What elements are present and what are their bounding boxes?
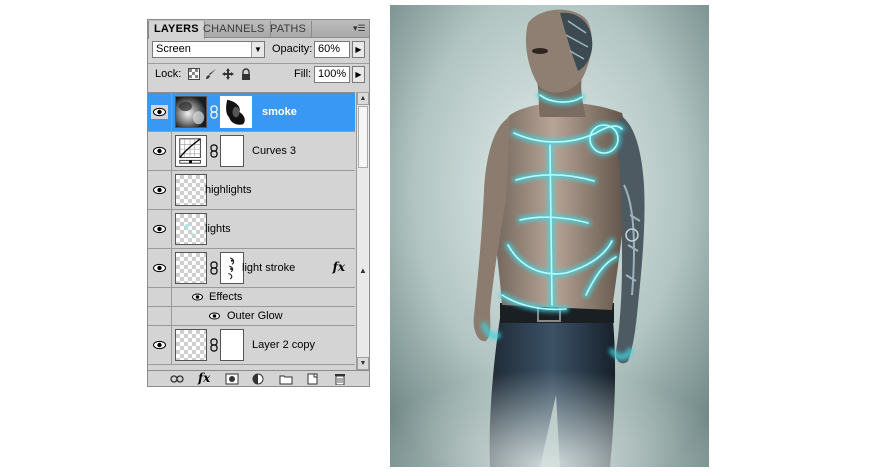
layer-row-layer-2-copy[interactable]: Layer 2 copy (148, 326, 355, 365)
blend-mode-value: Screen (156, 43, 191, 55)
layer-row-curves-3[interactable]: Curves 3 (148, 132, 355, 171)
scroll-up-arrow-icon[interactable]: ▲ (357, 92, 369, 105)
adjustment-layer-icon[interactable] (252, 373, 266, 385)
layer-name: light stroke (242, 262, 296, 274)
scroll-down-arrow-icon[interactable]: ▼ (357, 357, 369, 370)
new-group-folder-icon[interactable] (279, 373, 293, 385)
layer-thumbnail-transparent[interactable] (175, 252, 207, 284)
mask-link-chain-icon[interactable] (210, 144, 218, 158)
layer-mask-thumbnail[interactable] (220, 135, 244, 167)
layer-row-highlights[interactable]: highlights (148, 171, 355, 210)
mask-link-chain-icon[interactable] (210, 338, 218, 352)
layer-row-lights[interactable]: lights (148, 210, 355, 249)
layer-name: Layer 2 copy (252, 339, 315, 351)
tab-channels[interactable]: CHANNELS (198, 21, 271, 38)
scrollbar-thumb[interactable] (358, 106, 368, 168)
layer-mask-thumbnail[interactable] (220, 252, 244, 284)
layer-name: lights (205, 223, 231, 235)
trash-icon[interactable] (333, 373, 347, 385)
layer-thumbnail-transparent[interactable] (175, 174, 207, 206)
mask-link-chain-icon[interactable] (210, 261, 218, 275)
divider (171, 210, 172, 248)
lock-all-padlock-icon[interactable] (240, 68, 252, 80)
layers-panel: LAYERS CHANNELS PATHS ▾☰ Screen ▼ Opacit… (147, 19, 370, 387)
canvas-artwork-cyborg (390, 5, 709, 467)
layer-list: smoke Curves 3 highlights lights light s… (148, 92, 355, 370)
divider (171, 288, 172, 306)
layer-thumbnail-transparent[interactable] (175, 213, 207, 245)
panel-tabbar: LAYERS CHANNELS PATHS ▾☰ (148, 20, 369, 39)
effects-row[interactable]: Effects (148, 288, 355, 307)
collapse-effects-arrow-icon[interactable]: ▲ (359, 266, 367, 275)
eye-visibility-icon[interactable] (151, 222, 168, 236)
eye-visibility-icon[interactable] (151, 144, 168, 158)
lock-row: Lock: Fill: 100% ▶ (148, 65, 369, 87)
divider (171, 132, 172, 170)
fill-label: Fill: (294, 68, 312, 80)
eye-visibility-icon[interactable] (151, 261, 168, 275)
divider (171, 171, 172, 209)
opacity-slider-button[interactable]: ▶ (352, 41, 365, 58)
chevron-down-icon[interactable]: ▼ (251, 42, 264, 57)
divider (171, 307, 172, 325)
link-layers-icon[interactable] (170, 373, 184, 385)
eye-visibility-icon[interactable] (151, 338, 168, 352)
opacity-label: Opacity: (272, 43, 313, 55)
mask-link-chain-icon[interactable] (210, 105, 218, 119)
lock-position-move-icon[interactable] (222, 68, 234, 80)
eye-visibility-icon[interactable] (208, 311, 221, 321)
divider (171, 249, 172, 287)
lock-label: Lock: (155, 68, 182, 80)
effect-row-outer-glow[interactable]: Outer Glow (148, 307, 355, 326)
fx-icon[interactable]: fx (198, 371, 210, 385)
eye-visibility-icon[interactable] (151, 183, 168, 197)
opacity-input[interactable]: 60% (314, 41, 350, 58)
effect-name: Outer Glow (227, 310, 283, 322)
layer-mask-thumbnail[interactable] (220, 329, 244, 361)
tab-layers[interactable]: LAYERS (148, 21, 205, 39)
curves-adjustment-icon[interactable] (175, 135, 207, 167)
divider (171, 326, 172, 364)
panel-menu-icon[interactable]: ▾☰ (353, 22, 366, 34)
light-spots-icon (185, 224, 194, 236)
layer-thumbnail-smoke[interactable] (175, 96, 207, 128)
tab-paths[interactable]: PATHS (265, 21, 313, 38)
add-mask-icon[interactable] (225, 373, 239, 385)
layer-row-smoke[interactable]: smoke (148, 93, 355, 132)
layer-thumbnail-transparent[interactable] (175, 329, 207, 361)
new-layer-icon[interactable] (306, 373, 320, 385)
divider (171, 93, 172, 131)
fx-icon[interactable]: fx (333, 260, 345, 274)
eye-visibility-icon[interactable] (191, 292, 204, 302)
lock-pixels-brush-icon[interactable] (205, 68, 217, 80)
eye-visibility-icon[interactable] (151, 105, 168, 119)
fill-slider-button[interactable]: ▶ (352, 66, 365, 83)
layer-list-scrollbar[interactable]: ▲ ▲ ▼ (356, 92, 369, 370)
screenshot-root: LAYERS CHANNELS PATHS ▾☰ Screen ▼ Opacit… (0, 0, 870, 476)
layer-name: Curves 3 (252, 145, 297, 157)
divider (148, 63, 369, 64)
blend-row: Screen ▼ Opacity: 60% ▶ (148, 40, 369, 62)
layer-mask-thumbnail[interactable] (220, 96, 252, 128)
cyborg-man-illustration (390, 5, 709, 467)
layers-bottom-toolbar: fx (148, 370, 369, 386)
fill-input[interactable]: 100% (314, 66, 350, 83)
layer-row-light-stroke[interactable]: light stroke fx (148, 249, 355, 288)
layer-name: highlights (205, 184, 252, 196)
blend-mode-dropdown[interactable]: Screen ▼ (152, 41, 265, 58)
layer-name: smoke (262, 106, 297, 118)
effects-label: Effects (209, 291, 243, 303)
lock-transparency-icon[interactable] (188, 68, 200, 80)
